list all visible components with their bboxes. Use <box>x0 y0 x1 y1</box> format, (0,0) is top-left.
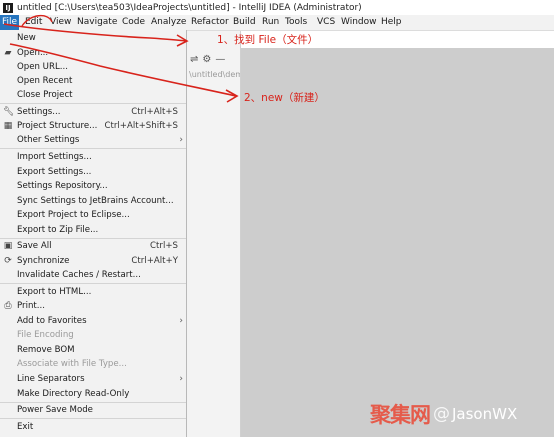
watermark-handle: JasonWX <box>452 405 518 423</box>
annotation-strokes <box>3 15 239 103</box>
annotation-arrowhead-new <box>225 89 239 103</box>
watermark-at: @ <box>433 404 450 424</box>
watermark-logo: 聚集网 <box>370 403 431 427</box>
annotation-note-new: 2、new（新建） <box>244 92 325 104</box>
annotation-loop-edit <box>21 15 53 27</box>
annotation-note-file: 1、找到 File（文件） <box>217 34 319 46</box>
watermark: 聚集网 @ JasonWX <box>370 400 517 428</box>
annotation-arrow-file <box>3 23 187 42</box>
annotation-arrow-new <box>9 43 237 97</box>
